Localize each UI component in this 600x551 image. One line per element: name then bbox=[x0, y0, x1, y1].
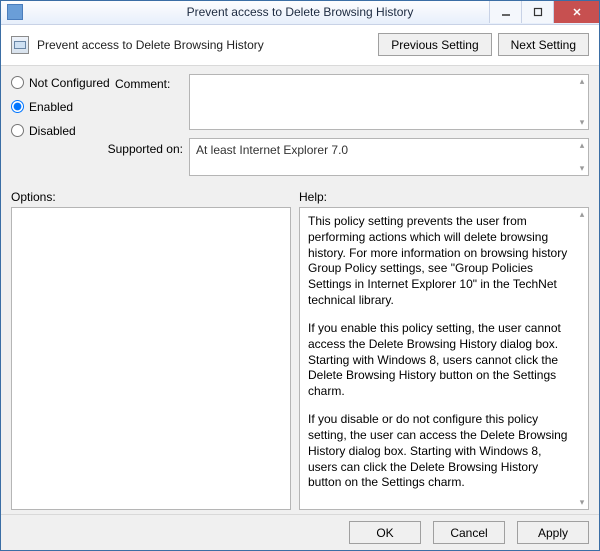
help-paragraph: If you disable or do not configure this … bbox=[308, 412, 572, 491]
close-icon bbox=[572, 7, 582, 17]
next-setting-button[interactable]: Next Setting bbox=[498, 33, 589, 56]
comment-textarea[interactable]: ▴ ▾ bbox=[189, 74, 589, 130]
help-panel: Help: This policy setting prevents the u… bbox=[299, 190, 589, 510]
radio-enabled-input[interactable] bbox=[11, 100, 24, 113]
minimize-button[interactable] bbox=[489, 1, 521, 23]
minimize-icon bbox=[501, 7, 511, 17]
radio-enabled-label: Enabled bbox=[29, 100, 73, 114]
policy-title: Prevent access to Delete Browsing Histor… bbox=[37, 38, 264, 52]
policy-icon bbox=[11, 36, 29, 54]
supported-on-value: At least Internet Explorer 7.0 bbox=[190, 139, 588, 161]
maximize-icon bbox=[533, 7, 543, 17]
radio-enabled[interactable]: Enabled bbox=[11, 100, 115, 114]
scroll-up-icon: ▴ bbox=[578, 210, 586, 219]
supported-label: Supported on: bbox=[11, 134, 189, 176]
maximize-button[interactable] bbox=[521, 1, 553, 23]
help-paragraph: This policy setting prevents the user fr… bbox=[308, 214, 572, 309]
window-controls bbox=[489, 1, 599, 23]
scroll-up-icon: ▴ bbox=[578, 77, 586, 86]
scroll-down-icon: ▾ bbox=[578, 118, 586, 127]
help-text: This policy setting prevents the user fr… bbox=[300, 208, 588, 509]
footer: OK Cancel Apply bbox=[1, 514, 599, 550]
close-button[interactable] bbox=[553, 1, 599, 23]
previous-setting-button[interactable]: Previous Setting bbox=[378, 33, 491, 56]
radio-not-configured[interactable]: Not Configured bbox=[11, 76, 115, 90]
titlebar[interactable]: Prevent access to Delete Browsing Histor… bbox=[1, 1, 599, 25]
help-paragraph: If you enable this policy setting, the u… bbox=[308, 321, 572, 400]
options-label: Options: bbox=[11, 190, 291, 207]
apply-button[interactable]: Apply bbox=[517, 521, 589, 544]
lower-pane: Options: Help: This policy setting preve… bbox=[1, 184, 599, 514]
ok-button[interactable]: OK bbox=[349, 521, 421, 544]
comment-label: Comment: bbox=[115, 74, 189, 130]
gpo-editor-window: Prevent access to Delete Browsing Histor… bbox=[0, 0, 600, 551]
options-box[interactable] bbox=[11, 207, 291, 510]
scroll-down-icon: ▾ bbox=[578, 498, 586, 507]
scroll-up-icon: ▴ bbox=[578, 141, 586, 150]
app-icon bbox=[7, 4, 23, 20]
supported-on-box: At least Internet Explorer 7.0 ▴ ▾ bbox=[189, 138, 589, 176]
options-panel: Options: bbox=[11, 190, 291, 510]
help-label: Help: bbox=[299, 190, 589, 207]
radio-not-configured-label: Not Configured bbox=[29, 76, 110, 90]
upper-pane: Not Configured Enabled Disabled Comment:… bbox=[1, 66, 599, 184]
radio-not-configured-input[interactable] bbox=[11, 76, 24, 89]
cancel-button[interactable]: Cancel bbox=[433, 521, 505, 544]
help-box[interactable]: This policy setting prevents the user fr… bbox=[299, 207, 589, 510]
scroll-down-icon: ▾ bbox=[578, 164, 586, 173]
comment-scrollbar[interactable]: ▴ ▾ bbox=[576, 75, 588, 129]
help-scrollbar[interactable]: ▴ ▾ bbox=[576, 208, 588, 509]
header-row: Prevent access to Delete Browsing Histor… bbox=[1, 25, 599, 66]
supported-scrollbar[interactable]: ▴ ▾ bbox=[576, 139, 588, 175]
